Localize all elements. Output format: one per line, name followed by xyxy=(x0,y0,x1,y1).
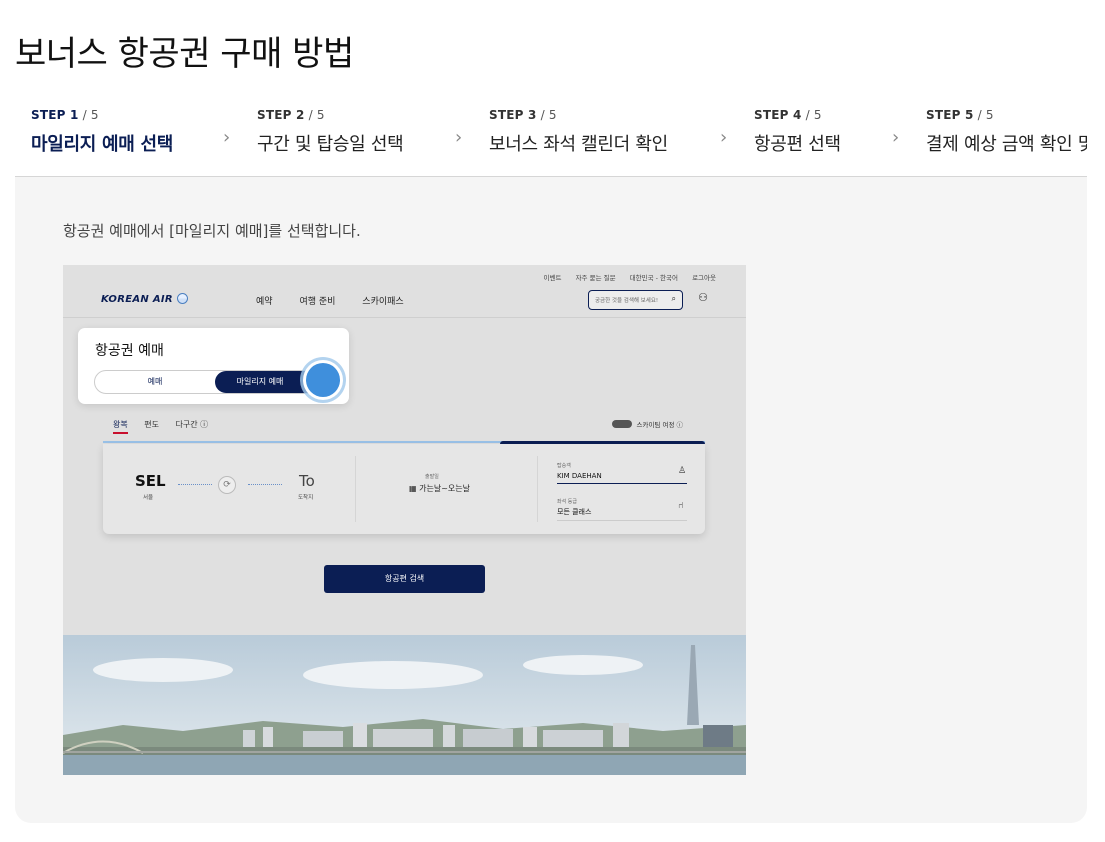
skyteam-toggle: 스카이팀 여정 ⓘ xyxy=(612,419,683,429)
date-label: 출발일 xyxy=(425,474,439,480)
origin-city: 서울 xyxy=(143,495,154,501)
tab-multi-city: 다구간 ⓘ xyxy=(175,420,209,429)
region-link: 대한민국 - 한국어 xyxy=(629,274,678,282)
step-tab-4[interactable]: STEP 4 / 5 항공편 선택 xyxy=(738,96,888,176)
global-nav: 예약 여행 준비 스카이패스 xyxy=(256,294,428,307)
step-number: STEP 1 xyxy=(31,108,79,122)
utility-links: 이벤트 자주 묻는 질문 대한민국 - 한국어 로그아웃 xyxy=(532,272,716,282)
korean-air-logo: KOREAN AIR xyxy=(101,293,188,305)
tab-round-trip: 왕복 xyxy=(113,420,128,434)
passenger-label: 탑승객 xyxy=(557,463,571,469)
step-tabs: STEP 1 / 5 마일리지 예매 선택 › STEP 2 / 5 구간 및 … xyxy=(15,96,1087,177)
header-divider xyxy=(63,317,746,318)
site-search: 궁금한 것을 검색해 보세요! ⌕ xyxy=(588,290,683,310)
trip-type-tabs: 왕복 편도 다구간 ⓘ xyxy=(113,419,222,434)
booking-type-toggle: 예매 마일리지 예매 xyxy=(94,370,334,394)
search-icon: ⌕ xyxy=(671,294,676,303)
flight-search-button: 항공편 검색 xyxy=(324,565,485,593)
event-link: 이벤트 xyxy=(543,274,562,282)
chevron-right-icon: › xyxy=(455,127,463,148)
class-value: 모든 클래스 xyxy=(557,507,687,521)
step-title: 보너스 좌석 캘린더 확인 xyxy=(489,134,668,155)
class-label: 좌석 등급 xyxy=(557,499,577,505)
step-number: STEP 3 xyxy=(489,108,537,122)
nav-booking: 예약 xyxy=(256,297,273,307)
step-number: STEP 5 xyxy=(926,108,974,122)
example-screenshot: 이벤트 자주 묻는 질문 대한민국 - 한국어 로그아웃 KOREAN AIR … xyxy=(63,265,746,775)
step-title: 결제 예상 금액 확인 및 xyxy=(926,134,1087,155)
step-title: 마일리지 예매 선택 xyxy=(31,134,174,155)
step-number: STEP 2 xyxy=(257,108,305,122)
seoul-cityscape-image xyxy=(63,635,746,775)
taegeuk-logo-icon xyxy=(176,293,188,304)
nav-skypass: 스카이패스 xyxy=(362,297,404,307)
origin-code: SEL xyxy=(135,472,166,490)
step-tab-5[interactable]: STEP 5 / 5 결제 예상 금액 확인 및 xyxy=(910,96,1087,176)
faq-link: 자주 묻는 질문 xyxy=(575,274,616,282)
tab-one-way: 편도 xyxy=(144,420,160,429)
divider xyxy=(355,456,356,522)
swap-icon: ⟳ xyxy=(218,476,236,494)
step-total: / 5 xyxy=(304,108,325,122)
chevron-right-icon: › xyxy=(892,127,900,148)
step-tab-3[interactable]: STEP 3 / 5 보너스 좌석 캘린더 확인 xyxy=(473,96,725,176)
divider xyxy=(537,456,538,522)
step-title: 항공편 선택 xyxy=(754,134,841,155)
booking-card: 항공권 예매 예매 마일리지 예매 xyxy=(78,328,349,404)
step-total: / 5 xyxy=(801,108,822,122)
step-title: 구간 및 탑승일 선택 xyxy=(257,134,404,155)
logout-link: 로그아웃 xyxy=(692,274,716,282)
destination-code: To xyxy=(299,472,315,490)
passenger-value: KIM DAEHAN xyxy=(557,472,687,484)
nav-travel-prep: 여행 준비 xyxy=(299,297,336,307)
step-tab-1[interactable]: STEP 1 / 5 마일리지 예매 선택 xyxy=(15,96,213,176)
flight-search-box: SEL 서울 ⟳ To 도착지 출발일 ▦ 가는날~오는날 탑승객 KIM DA… xyxy=(103,444,705,534)
chevron-right-icon: › xyxy=(720,127,728,148)
destination-city: 도착지 xyxy=(298,495,314,501)
user-icon: ⚇ xyxy=(698,291,708,304)
calendar-icon: ▦ xyxy=(409,484,420,493)
page-title: 보너스 항공권 구매 방법 xyxy=(15,34,354,74)
booking-card-title: 항공권 예매 xyxy=(95,343,164,359)
person-icon: ♙ xyxy=(678,466,687,476)
step-total: / 5 xyxy=(78,108,99,122)
route-line xyxy=(248,484,282,485)
step-number: STEP 4 xyxy=(754,108,802,122)
route-line xyxy=(178,484,212,485)
step-description: 항공권 예매에서 [마일리지 예매]를 선택합니다. xyxy=(63,222,361,240)
normal-booking-option: 예매 xyxy=(147,377,163,386)
step-total: / 5 xyxy=(973,108,994,122)
step-tab-2[interactable]: STEP 2 / 5 구간 및 탑승일 선택 xyxy=(241,96,461,176)
date-value: ▦ 가는날~오는날 xyxy=(409,484,470,493)
step-total: / 5 xyxy=(536,108,557,122)
tap-indicator xyxy=(306,363,340,397)
chevron-right-icon: › xyxy=(223,127,231,148)
toggle-switch-icon xyxy=(612,420,633,428)
seat-icon: ⑁ xyxy=(678,501,684,511)
step-content-panel: 항공권 예매에서 [마일리지 예매]를 선택합니다. 이벤트 자주 묻는 질문 … xyxy=(15,177,1087,823)
